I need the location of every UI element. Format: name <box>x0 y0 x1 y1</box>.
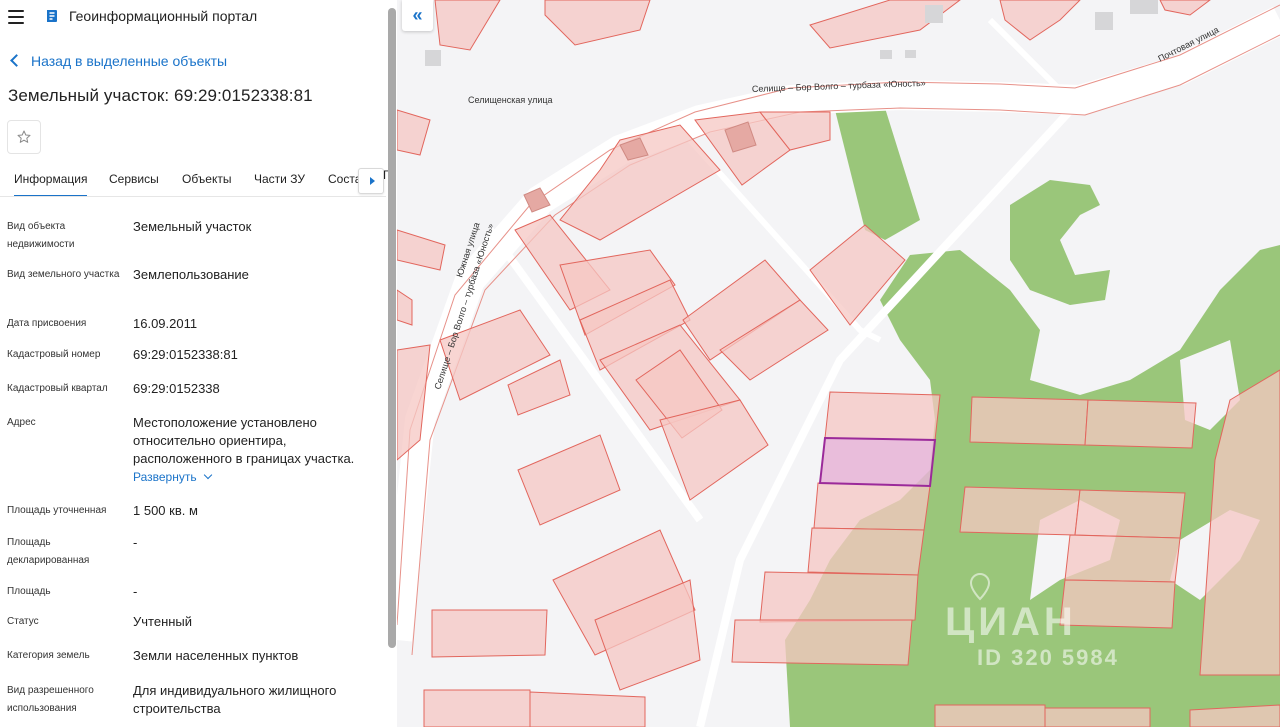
portal-logo-icon <box>47 10 57 22</box>
parcel <box>824 391 941 441</box>
tab-composition[interactable]: Соста <box>328 172 361 186</box>
detail-label: Площадь <box>7 586 51 597</box>
panel-header: Геоинформационный портал <box>0 0 390 34</box>
detail-label: Вид земельного участка <box>7 269 120 280</box>
detail-label: Статус <box>7 616 39 627</box>
parcel <box>544 0 651 46</box>
star-icon <box>17 130 31 143</box>
parcel <box>1064 534 1181 583</box>
detail-value: 69:29:0152338 <box>133 381 220 396</box>
parcel <box>1044 707 1151 727</box>
parcel <box>529 691 646 727</box>
chevron-left-icon <box>10 54 23 67</box>
parcel <box>969 396 1089 446</box>
parcel <box>807 527 925 576</box>
watermark-id: ID 320 5984 <box>977 645 1119 670</box>
parcel <box>813 482 931 531</box>
parcel <box>1159 0 1211 16</box>
detail-value: 16.09.2011 <box>133 316 198 331</box>
back-link-label: Назад в выделенные объекты <box>31 53 228 69</box>
page-title: Земельный участок: 69:29:0152338:81 <box>8 86 313 105</box>
cadastral-map[interactable]: Селищенская улица Селище – Бор Волго – т… <box>397 0 1280 727</box>
detail-label: Кадастровый квартал <box>7 383 108 394</box>
watermark-brand: ЦИАН <box>945 600 1077 644</box>
structure <box>425 50 441 66</box>
structure <box>925 5 943 23</box>
detail-value: Местоположение установлено относительно … <box>133 414 383 486</box>
address-text: Местоположение установлено относительно … <box>133 415 355 466</box>
map-canvas[interactable]: Селищенская улица Селище – Бор Волго – т… <box>397 0 1280 727</box>
street-label: Селищенская улица <box>468 95 553 105</box>
detail-label: Вид разрешенного использования <box>7 685 94 714</box>
parcel <box>1074 489 1186 539</box>
detail-value: 1 500 кв. м <box>133 503 198 518</box>
detail-label: Категория земель <box>7 650 90 661</box>
detail-label: Площадь декларированная <box>7 537 90 566</box>
detail-value: 69:29:0152338:81 <box>133 347 238 362</box>
tabs-scroll-right-button[interactable] <box>358 168 384 194</box>
chevron-down-icon <box>203 470 212 480</box>
tab-objects[interactable]: Объекты <box>182 172 232 186</box>
detail-value: Земельный участок <box>133 219 252 234</box>
parcel <box>731 619 913 666</box>
back-link[interactable]: Назад в выделенные объекты <box>10 53 228 69</box>
parcel <box>1084 399 1197 449</box>
map-pin-icon <box>969 572 991 601</box>
parcel <box>397 229 446 271</box>
structure <box>880 50 892 59</box>
favorite-button[interactable] <box>7 120 41 154</box>
detail-value: Землепользование <box>133 267 249 282</box>
detail-value: Для индивидуального жилищного строительс… <box>133 683 337 716</box>
parcel <box>759 571 919 623</box>
parcel <box>517 434 621 526</box>
collapse-panel-button[interactable]: « <box>402 0 433 31</box>
info-panel: Геоинформационный портал Назад в выделен… <box>0 0 397 727</box>
app-title: Геоинформационный портал <box>69 8 258 24</box>
parcel <box>934 704 1046 727</box>
tab-bar: Информация Сервисы Объекты Части ЗУ Сост… <box>0 162 386 197</box>
structure <box>1130 0 1158 14</box>
parcel <box>397 289 413 326</box>
forest-area <box>1010 180 1110 305</box>
caret-right-icon <box>369 177 375 185</box>
detail-label: Дата присвоения <box>7 318 87 329</box>
parcel <box>423 689 531 727</box>
parcel <box>1059 579 1176 629</box>
detail-value: - <box>133 584 138 599</box>
selected-parcel[interactable] <box>818 436 937 488</box>
structure <box>905 50 916 58</box>
detail-label: Площадь уточненная <box>7 505 107 516</box>
detail-label: Адрес <box>7 417 36 428</box>
forest-area <box>835 108 920 240</box>
detail-value: - <box>133 535 138 550</box>
parcel <box>434 0 501 51</box>
panel-scrollbar[interactable] <box>388 8 396 648</box>
double-chevron-left-icon: « <box>412 5 423 25</box>
detail-value: Учтенный <box>133 614 193 629</box>
detail-value: Земли населенных пунктов <box>133 648 299 663</box>
detail-label: Вид объекта недвижимости <box>7 221 75 250</box>
parcel <box>999 0 1081 41</box>
parcel <box>431 609 548 658</box>
structure <box>1095 12 1113 30</box>
tab-services[interactable]: Сервисы <box>109 172 159 186</box>
tab-information[interactable]: Информация <box>14 172 88 196</box>
tab-parts[interactable]: Части ЗУ <box>254 172 305 186</box>
expand-label: Развернуть <box>133 470 197 484</box>
expand-address-link[interactable]: Развернуть <box>133 468 383 486</box>
menu-icon[interactable] <box>8 10 24 24</box>
parcel <box>397 109 431 156</box>
parcel <box>959 486 1081 536</box>
detail-label: Кадастровый номер <box>7 349 101 360</box>
